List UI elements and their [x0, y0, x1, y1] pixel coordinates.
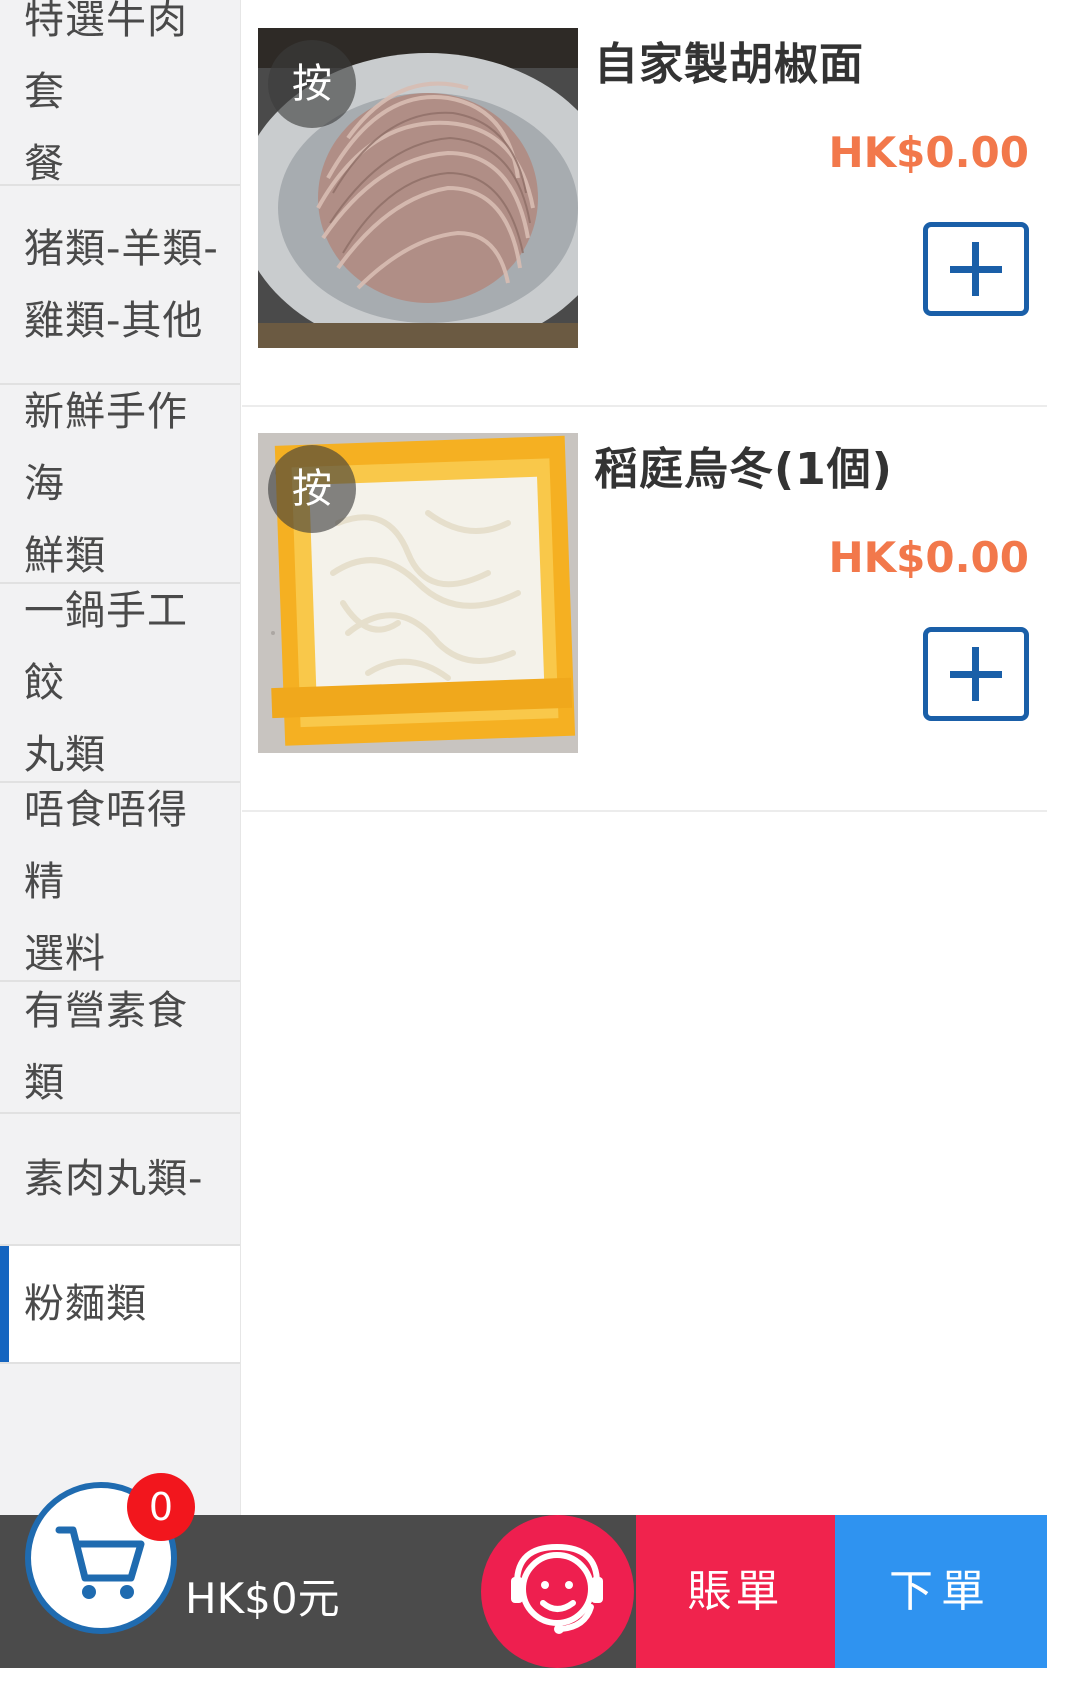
category-item-seafood[interactable]: 新鮮手作海 鮮類: [0, 385, 240, 584]
product-card: 按 稻庭烏冬(1個) HK$0.00: [242, 405, 1047, 812]
category-item-beef-set[interactable]: 特選牛肉套餐: [0, 0, 240, 187]
category-label: 特選牛肉套: [24, 0, 188, 115]
add-to-cart-button[interactable]: [923, 627, 1029, 721]
category-label: 猪類-羊類-: [24, 225, 219, 272]
category-sidebar: 特選牛肉套餐 猪類-羊類- 雞類-其他 新鮮手作海 鮮類 一鍋手工餃 丸類 唔食唔得精…: [0, 0, 241, 1515]
category-label: 粉麵類: [24, 1281, 147, 1327]
category-label: 素肉丸類-: [24, 1156, 204, 1202]
category-item-dumplings[interactable]: 一鍋手工餃 丸類: [0, 584, 240, 783]
category-label: 一鍋手工餃: [24, 587, 188, 706]
place-order-button[interactable]: 下單: [835, 1515, 1047, 1668]
cart-count-badge: 0: [127, 1473, 195, 1541]
product-name: 稻庭烏冬(1個): [594, 444, 893, 495]
product-price: HK$0.00: [828, 128, 1029, 177]
category-item-selected-ingredients[interactable]: 唔食唔得精 選料: [0, 783, 240, 982]
category-item-pork-lamb-chicken[interactable]: 猪類-羊類- 雞類-其他: [0, 186, 240, 385]
customer-service-button[interactable]: [481, 1515, 634, 1668]
category-label: 新鮮手作海: [24, 388, 188, 507]
cart-total: HK$0元: [185, 1574, 340, 1623]
product-card: 按 自家製胡椒面 HK$0.00: [242, 0, 1047, 407]
press-badge: 按: [268, 40, 356, 128]
add-to-cart-button[interactable]: [923, 222, 1029, 316]
category-item-veggie-meatballs[interactable]: 素肉丸類-: [0, 1114, 240, 1246]
category-item-vegetarian[interactable]: 有營素食類: [0, 982, 240, 1114]
category-item-noodles[interactable]: 粉麵類: [0, 1246, 240, 1364]
product-image-pepper-noodles[interactable]: 按: [258, 28, 578, 348]
press-badge: 按: [268, 445, 356, 533]
plus-icon: [972, 647, 979, 701]
category-label: 唔食唔得精: [24, 786, 188, 905]
bill-button[interactable]: 賬單: [636, 1515, 835, 1668]
product-name: 自家製胡椒面: [594, 39, 864, 90]
plus-icon: [972, 242, 979, 296]
category-label: 雞類-其他: [24, 297, 204, 344]
headset-smiley-icon: [511, 1543, 603, 1634]
category-label: 有營素食類: [24, 988, 188, 1106]
product-price: HK$0.00: [828, 533, 1029, 582]
product-image-udon[interactable]: 按: [258, 433, 578, 753]
